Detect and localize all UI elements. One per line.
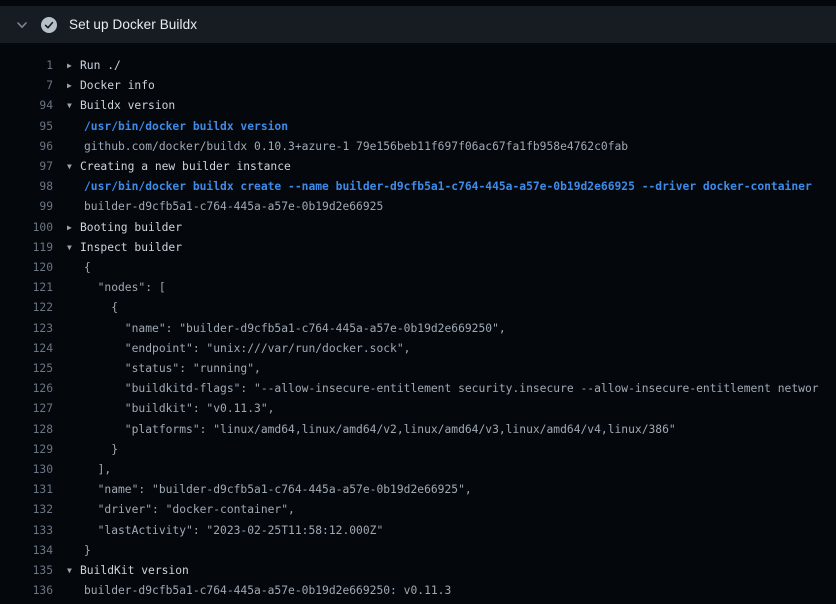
log-text: "name": "builder-d9cfb5a1-c764-445a-a57e…	[84, 319, 506, 339]
log-line: 130 ],	[0, 460, 836, 480]
log-line[interactable]: 100 ▶ Booting builder	[0, 218, 836, 238]
group-collapsed-icon[interactable]: ▶	[67, 56, 80, 76]
log-container: 1 ▶ Run ./ 7 ▶ Docker info 94 ▼ Buildx v…	[0, 43, 836, 601]
log-text: BuildKit version	[80, 561, 189, 581]
log-line: 129 }	[0, 440, 836, 460]
step-title: Set up Docker Buildx	[69, 17, 197, 32]
log-text: Booting builder	[80, 218, 182, 238]
log-line: 96 github.com/docker/buildx 0.10.3+azure…	[0, 137, 836, 157]
group-collapsed-icon[interactable]: ▶	[67, 76, 80, 96]
log-text: }	[84, 541, 91, 561]
group-expanded-icon[interactable]: ▼	[67, 157, 80, 177]
line-number[interactable]: 121	[0, 278, 53, 298]
log-text: Run ./	[80, 56, 121, 76]
log-line: 131 "name": "builder-d9cfb5a1-c764-445a-…	[0, 480, 836, 500]
log-text: "name": "builder-d9cfb5a1-c764-445a-a57e…	[84, 480, 472, 500]
log-line[interactable]: 1 ▶ Run ./	[0, 56, 836, 76]
group-expanded-icon[interactable]: ▼	[67, 96, 80, 116]
line-number[interactable]: 96	[0, 137, 53, 157]
log-line: 99 builder-d9cfb5a1-c764-445a-a57e-0b19d…	[0, 197, 836, 217]
line-number[interactable]: 126	[0, 379, 53, 399]
log-line[interactable]: 94 ▼ Buildx version	[0, 96, 836, 116]
log-text: "buildkitd-flags": "--allow-insecure-ent…	[84, 379, 819, 399]
log-text: "platforms": "linux/amd64,linux/amd64/v2…	[84, 420, 676, 440]
line-number[interactable]: 125	[0, 359, 53, 379]
line-number[interactable]: 1	[0, 56, 53, 76]
log-text: Docker info	[80, 76, 155, 96]
log-line: 124 "endpoint": "unix:///var/run/docker.…	[0, 339, 836, 359]
line-number[interactable]: 130	[0, 460, 53, 480]
log-line: 95 /usr/bin/docker buildx version	[0, 117, 836, 137]
log-text: builder-d9cfb5a1-c764-445a-a57e-0b19d2e6…	[84, 581, 451, 601]
line-number[interactable]: 94	[0, 96, 53, 116]
line-number[interactable]: 99	[0, 197, 53, 217]
line-number[interactable]: 100	[0, 218, 53, 238]
line-number[interactable]: 120	[0, 258, 53, 278]
log-line: 120 {	[0, 258, 836, 278]
line-number[interactable]: 133	[0, 521, 53, 541]
line-number[interactable]: 129	[0, 440, 53, 460]
group-collapsed-icon[interactable]: ▶	[67, 218, 80, 238]
log-line: 123 "name": "builder-d9cfb5a1-c764-445a-…	[0, 319, 836, 339]
chevron-down-icon[interactable]	[16, 19, 28, 31]
log-line[interactable]: 97 ▼ Creating a new builder instance	[0, 157, 836, 177]
log-text: ],	[84, 460, 111, 480]
log-line: 121 "nodes": [	[0, 278, 836, 298]
log-text: github.com/docker/buildx 0.10.3+azure-1 …	[84, 137, 628, 157]
line-number[interactable]: 95	[0, 117, 53, 137]
log-text: "endpoint": "unix:///var/run/docker.sock…	[84, 339, 410, 359]
log-text: {	[84, 258, 91, 278]
log-line[interactable]: 135 ▼ BuildKit version	[0, 561, 836, 581]
line-number[interactable]: 135	[0, 561, 53, 581]
log-text: "nodes": [	[84, 278, 166, 298]
log-text: "status": "running",	[84, 359, 261, 379]
step-header[interactable]: Set up Docker Buildx	[0, 6, 836, 43]
log-text: "buildkit": "v0.11.3",	[84, 399, 274, 419]
check-circle-icon	[41, 17, 57, 33]
log-line: 125 "status": "running",	[0, 359, 836, 379]
line-number[interactable]: 131	[0, 480, 53, 500]
line-number[interactable]: 123	[0, 319, 53, 339]
log-text: "lastActivity": "2023-02-25T11:58:12.000…	[84, 521, 383, 541]
line-number[interactable]: 124	[0, 339, 53, 359]
log-line: 133 "lastActivity": "2023-02-25T11:58:12…	[0, 521, 836, 541]
log-line: 98 /usr/bin/docker buildx create --name …	[0, 177, 836, 197]
log-text: }	[84, 440, 118, 460]
log-line[interactable]: 7 ▶ Docker info	[0, 76, 836, 96]
group-expanded-icon[interactable]: ▼	[67, 238, 80, 258]
line-number[interactable]: 7	[0, 76, 53, 96]
log-line: 128 "platforms": "linux/amd64,linux/amd6…	[0, 420, 836, 440]
log-text: builder-d9cfb5a1-c764-445a-a57e-0b19d2e6…	[84, 197, 383, 217]
log-text: "driver": "docker-container",	[84, 500, 295, 520]
log-text: Creating a new builder instance	[80, 157, 291, 177]
line-number[interactable]: 122	[0, 298, 53, 318]
group-expanded-icon[interactable]: ▼	[67, 561, 80, 581]
log-line: 134 }	[0, 541, 836, 561]
log-line: 122 {	[0, 298, 836, 318]
line-number[interactable]: 128	[0, 420, 53, 440]
line-number[interactable]: 98	[0, 177, 53, 197]
line-number[interactable]: 97	[0, 157, 53, 177]
log-line: 127 "buildkit": "v0.11.3",	[0, 399, 836, 419]
line-number[interactable]: 134	[0, 541, 53, 561]
log-line: 132 "driver": "docker-container",	[0, 500, 836, 520]
log-line[interactable]: 119 ▼ Inspect builder	[0, 238, 836, 258]
log-text: Inspect builder	[80, 238, 182, 258]
log-text: {	[84, 298, 118, 318]
line-number[interactable]: 119	[0, 238, 53, 258]
log-text: /usr/bin/docker buildx create --name bui…	[84, 177, 812, 197]
line-number[interactable]: 127	[0, 399, 53, 419]
log-text: Buildx version	[80, 96, 175, 116]
log-text: /usr/bin/docker buildx version	[84, 117, 288, 137]
log-line: 126 "buildkitd-flags": "--allow-insecure…	[0, 379, 836, 399]
line-number[interactable]: 136	[0, 581, 53, 601]
line-number[interactable]: 132	[0, 500, 53, 520]
log-line: 136 builder-d9cfb5a1-c764-445a-a57e-0b19…	[0, 581, 836, 601]
